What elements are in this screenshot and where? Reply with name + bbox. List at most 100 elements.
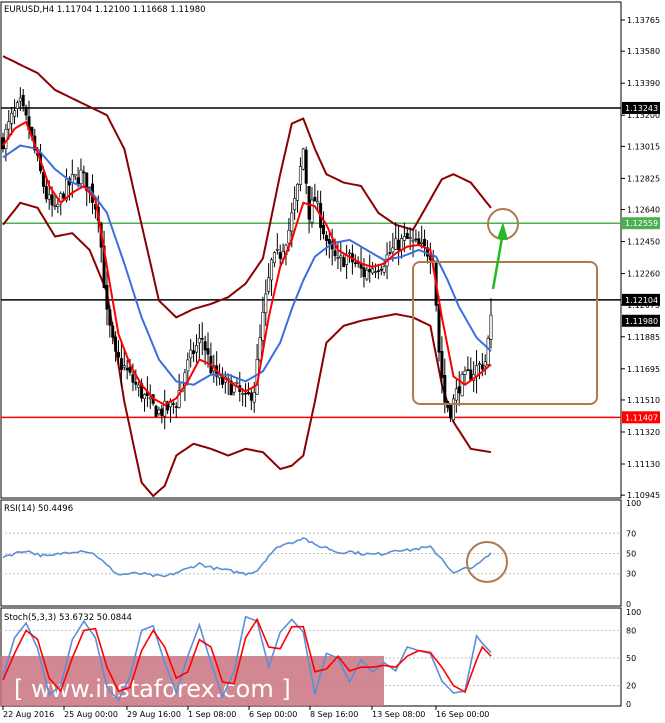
candle-body [443, 374, 447, 403]
candle-body [296, 183, 300, 201]
candle-body [388, 252, 392, 254]
candle-body [122, 365, 126, 368]
main-title: EURUSD,H4 1.11704 1.12100 1.11668 1.1198… [4, 5, 206, 15]
chart-canvas: EURUSD,H4 1.11704 1.12100 1.11668 1.1198… [0, 1, 660, 719]
candle-body [333, 250, 337, 257]
candle-body [345, 255, 349, 265]
candle-body [313, 196, 317, 202]
candle-body [348, 252, 352, 255]
candle-body [307, 186, 311, 220]
candle-body [304, 149, 308, 184]
time-tick-label: 16 Sep 00:00 [436, 710, 489, 719]
candle-body [258, 337, 262, 361]
candle-body [342, 257, 346, 267]
candle-body [327, 239, 331, 245]
chart-window: EURUSD,H4 1.11704 1.12100 1.11668 1.1198… [0, 0, 665, 723]
candle-body [373, 271, 377, 273]
candle-body [316, 200, 320, 204]
candle-body [322, 224, 326, 235]
time-axis: 22 Aug 2016 25 Aug 00:00 29 Aug 16:00 1 Sep… [2, 706, 489, 719]
candle-body [437, 304, 441, 353]
time-tick-label: 29 Aug 16:00 [127, 710, 181, 719]
candle-body [244, 392, 248, 395]
candle-body [397, 239, 401, 251]
candle-body [206, 348, 210, 355]
candle-body [420, 241, 424, 244]
price-tick-label: 1.12260 [627, 270, 660, 279]
candle-body [174, 406, 178, 408]
candle-body [82, 171, 86, 174]
candle-body [405, 233, 409, 239]
candle-body [148, 396, 152, 400]
price-tick-label: 1.13390 [627, 79, 660, 88]
candle-body [466, 369, 470, 372]
candle-body [469, 369, 473, 381]
level-label: 1.13243 [625, 104, 658, 113]
candle-body [160, 408, 164, 416]
main-price-axis: 1.137651.135801.133901.132001.130151.128… [621, 16, 660, 500]
candle-body [382, 266, 386, 273]
candle-body [310, 199, 314, 223]
candle-body [483, 361, 487, 367]
candle-body [111, 325, 115, 338]
candle-body [417, 238, 421, 245]
price-tick-label: 1.11695 [627, 365, 660, 374]
candle-body [362, 267, 366, 277]
candle-body [449, 404, 453, 419]
candle-body [186, 359, 190, 372]
candle-body [88, 186, 92, 189]
candle-body [79, 169, 83, 184]
candle-body [117, 352, 121, 358]
candle-body [301, 148, 305, 170]
candle-body [477, 363, 481, 366]
candle-body [157, 409, 161, 414]
candle-body [264, 293, 268, 314]
candle-body [290, 212, 294, 232]
time-tick-label: 22 Aug 2016 [3, 710, 54, 719]
candle-body [261, 311, 265, 341]
candle-body [379, 268, 383, 271]
candle-body [125, 367, 129, 371]
price-tick-label: 1.11320 [627, 428, 660, 437]
candle-body [50, 194, 54, 206]
candle-body [56, 203, 60, 207]
candle-body [220, 376, 224, 385]
rsi-title: RSI(14) 50.4496 [4, 504, 73, 514]
stoch-title: Stoch(5,3,3) 53.6732 50.0844 [4, 613, 132, 623]
candle-body [15, 102, 19, 109]
time-tick-label: 13 Sep 08:00 [372, 710, 425, 719]
price-tick-label: 1.12640 [627, 206, 660, 215]
candle-body [423, 238, 427, 247]
price-tick-label: 1.13580 [627, 47, 660, 56]
candle-body [73, 173, 77, 177]
candle-body [394, 238, 398, 250]
candle-body [241, 393, 245, 395]
candle-body [108, 309, 112, 326]
candle-body [339, 255, 343, 258]
candle-body [411, 239, 415, 242]
candle-body [440, 351, 444, 378]
rsi-tick-label: 50 [626, 550, 636, 559]
candle-body [457, 386, 461, 394]
time-tick-label: 6 Sep 00:00 [249, 710, 297, 719]
time-tick-label: 1 Sep 08:00 [188, 710, 236, 719]
candle-body [298, 166, 302, 186]
candle-body [142, 394, 146, 400]
candle-body [353, 262, 357, 264]
candle-body [119, 358, 123, 370]
level-label: 1.11407 [625, 413, 658, 422]
candle-body [480, 364, 484, 370]
candle-body [278, 252, 282, 259]
level-label: 1.11980 [625, 317, 658, 326]
candle-body [47, 194, 51, 200]
candle-body [272, 252, 276, 264]
candle-body [194, 345, 198, 353]
candle-body [189, 349, 193, 359]
price-tick-label: 1.11885 [627, 333, 660, 342]
price-tick-label: 1.13015 [627, 142, 660, 151]
candle-body [368, 268, 372, 273]
price-tick-label: 1.13765 [627, 16, 660, 25]
candle-body [154, 405, 158, 417]
candle-body [18, 97, 22, 102]
candle-body [235, 382, 239, 384]
